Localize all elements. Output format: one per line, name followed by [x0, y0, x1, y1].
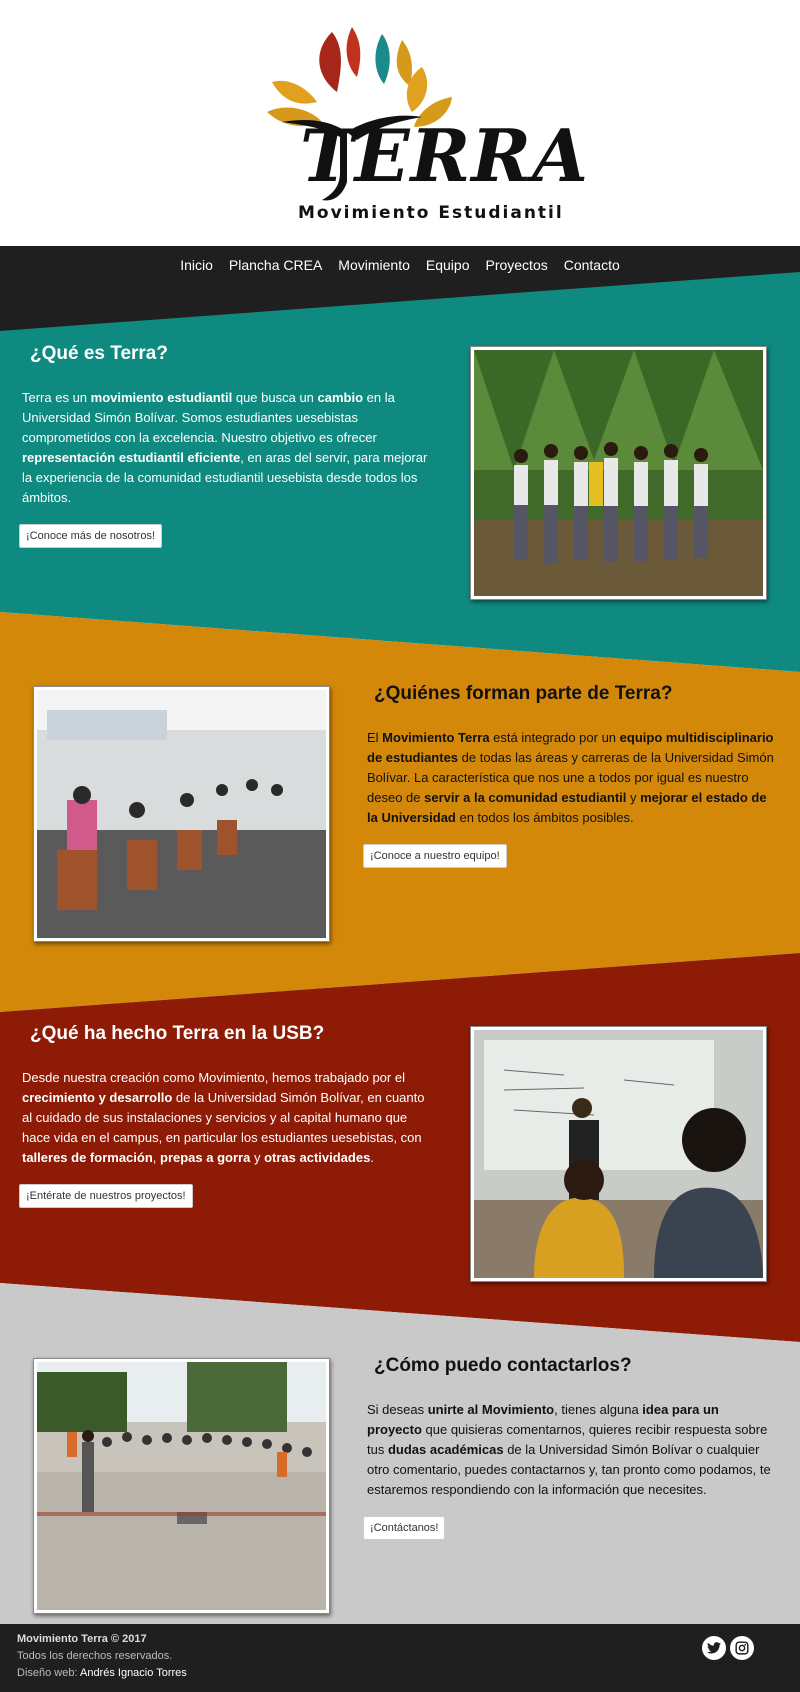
section-title-que-ha-hecho: ¿Qué ha hecho Terra en la USB? — [30, 1023, 325, 1044]
contact-button[interactable]: ¡Contáctanos! — [363, 1516, 446, 1540]
emphasis-text: representación estudiantil eficiente — [22, 450, 241, 465]
emphasis-text: talleres de formación — [22, 1150, 153, 1165]
nav-item-proyectos[interactable]: Proyectos — [485, 257, 547, 273]
emphasis-text: unirte al Movimiento — [427, 1402, 555, 1417]
nav-item-contacto[interactable]: Contacto — [564, 257, 620, 273]
section-text-que-es-terra: Terra es un movimiento estudiantil que b… — [22, 388, 432, 508]
footer-design-author[interactable]: Andrés Ignacio Torres — [80, 1667, 187, 1679]
body-text: , — [152, 1150, 161, 1165]
section-text-quienes: El Movimiento Terra está integrado por u… — [367, 728, 777, 828]
whiteboard-photo-image — [474, 1030, 763, 1278]
about-us-button[interactable]: ¡Conoce más de nosotros! — [19, 524, 163, 548]
nav-item-movimiento[interactable]: Movimiento — [338, 257, 410, 273]
team-button[interactable]: ¡Conoce a nuestro equipo! — [363, 844, 507, 868]
whiteboard-class-photo — [470, 1026, 767, 1282]
emphasis-text: otras actividades — [264, 1150, 371, 1165]
outdoor-assembly-photo — [33, 1358, 330, 1614]
section-title-quienes: ¿Quiénes forman parte de Terra? — [374, 683, 673, 704]
twitter-icon[interactable] — [702, 1636, 726, 1660]
footer-design-label: Diseño web: — [17, 1667, 80, 1679]
main-nav: Inicio Plancha CREA Movimiento Equipo Pr… — [0, 246, 800, 284]
body-text: El — [367, 730, 383, 745]
footer-credit: Diseño web: Andrés Ignacio Torres — [17, 1667, 187, 1679]
assembly-photo-image — [37, 1362, 326, 1610]
section-text-que-ha-hecho: Desde nuestra creación como Movimiento, … — [22, 1068, 432, 1168]
emphasis-text: Movimiento Terra — [382, 730, 490, 745]
body-text: . — [370, 1150, 374, 1165]
classroom-photo-image — [37, 690, 326, 938]
body-text: Terra es un — [22, 390, 91, 405]
emphasis-text: cambio — [317, 390, 364, 405]
group-photo-image — [474, 350, 763, 596]
emphasis-text: movimiento estudiantil — [90, 390, 233, 405]
emphasis-text: dudas académicas — [387, 1442, 504, 1457]
body-text: y — [250, 1150, 265, 1165]
group-photo-outdoors — [470, 346, 767, 600]
section-title-contacto: ¿Cómo puedo contactarlos? — [374, 1355, 632, 1376]
section-text-contacto: Si deseas unirte al Movimiento, tienes a… — [367, 1400, 777, 1500]
nav-item-plancha-crea[interactable]: Plancha CREA — [229, 257, 322, 273]
projects-button[interactable]: ¡Entérate de nuestros proyectos! — [19, 1184, 193, 1208]
section-title-que-es-terra: ¿Qué es Terra? — [30, 343, 168, 364]
classroom-meeting-photo — [33, 686, 330, 942]
emphasis-text: crecimiento y desarrollo — [22, 1090, 173, 1105]
body-text: está integrado por un — [489, 730, 620, 745]
body-text: en todos los ámbitos posibles. — [455, 810, 634, 825]
body-text: , tienes alguna — [554, 1402, 643, 1417]
emphasis-text: prepas a gorra — [160, 1150, 251, 1165]
nav-item-equipo[interactable]: Equipo — [426, 257, 470, 273]
body-text: Desde nuestra creación como Movimiento, … — [22, 1070, 405, 1085]
footer-rights: Todos los derechos reservados. — [17, 1650, 173, 1662]
body-text: que busca un — [232, 390, 318, 405]
body-text: Si deseas — [367, 1402, 428, 1417]
site-footer: Movimiento Terra © 2017 Todos los derech… — [0, 1624, 800, 1692]
emphasis-text: servir a la comunidad estudiantil — [424, 790, 627, 805]
body-text: y — [626, 790, 641, 805]
instagram-icon[interactable] — [730, 1636, 754, 1660]
nav-item-inicio[interactable]: Inicio — [180, 257, 213, 273]
footer-copyright: Movimiento Terra © 2017 — [17, 1633, 147, 1645]
